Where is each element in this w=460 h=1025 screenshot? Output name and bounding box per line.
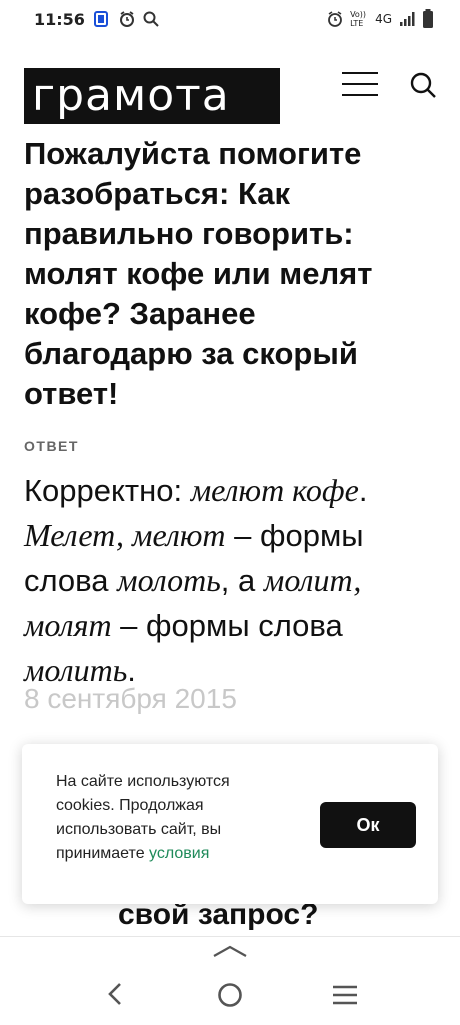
status-right: Vo)) LTE 4G <box>327 9 434 29</box>
hamburger-menu-button[interactable] <box>342 70 378 100</box>
cookie-terms-link[interactable]: условия <box>149 845 209 862</box>
answer-part: , а <box>220 563 264 598</box>
battery-saver-icon <box>94 11 108 27</box>
answer-label: ОТВЕТ <box>24 438 79 454</box>
recents-icon[interactable] <box>332 984 358 1006</box>
volte-icon: Vo)) LTE <box>350 10 367 28</box>
system-nav-bar <box>0 936 460 1025</box>
network-type: 4G <box>375 12 392 26</box>
answer-part: – формы слова <box>111 608 343 643</box>
site-logo[interactable]: грамота <box>24 68 280 124</box>
search-icon <box>410 72 436 98</box>
answer-part: Корректно: <box>24 473 191 508</box>
answer-italic: Мелет, мелют <box>24 517 226 553</box>
answer-italic: мелют кофе <box>190 472 359 508</box>
answer-date: 8 сентября 2015 <box>24 683 237 714</box>
status-bar: 11:56 Vo)) LTE 4G <box>0 0 460 40</box>
signal-icon <box>400 12 415 26</box>
alarm-clock-icon <box>328 11 342 27</box>
hamburger-line <box>342 83 378 85</box>
cookie-banner: На сайте используются cookies. Продолжая… <box>22 744 438 904</box>
battery-icon <box>423 9 433 28</box>
back-icon[interactable] <box>104 981 126 1007</box>
cookie-ok-button[interactable]: Ок <box>320 802 416 848</box>
hamburger-line <box>342 94 378 96</box>
search-button[interactable] <box>408 70 438 100</box>
status-time: 11:56 <box>34 10 85 29</box>
question-heading: Пожалуйста помогите разобраться: Как пра… <box>24 136 373 411</box>
answer-text: Корректно: мелют кофе. Мелет, мелют – фо… <box>24 468 424 693</box>
cookie-text: На сайте используются cookies. Продолжая… <box>56 770 288 866</box>
hamburger-menu-icon <box>342 72 378 74</box>
search-icon <box>143 11 159 27</box>
home-icon[interactable] <box>216 981 244 1009</box>
chevron-up-icon[interactable] <box>212 943 248 959</box>
answer-part: . <box>358 473 368 508</box>
alarm-icon <box>120 11 134 27</box>
answer-italic: молоть <box>117 562 221 598</box>
